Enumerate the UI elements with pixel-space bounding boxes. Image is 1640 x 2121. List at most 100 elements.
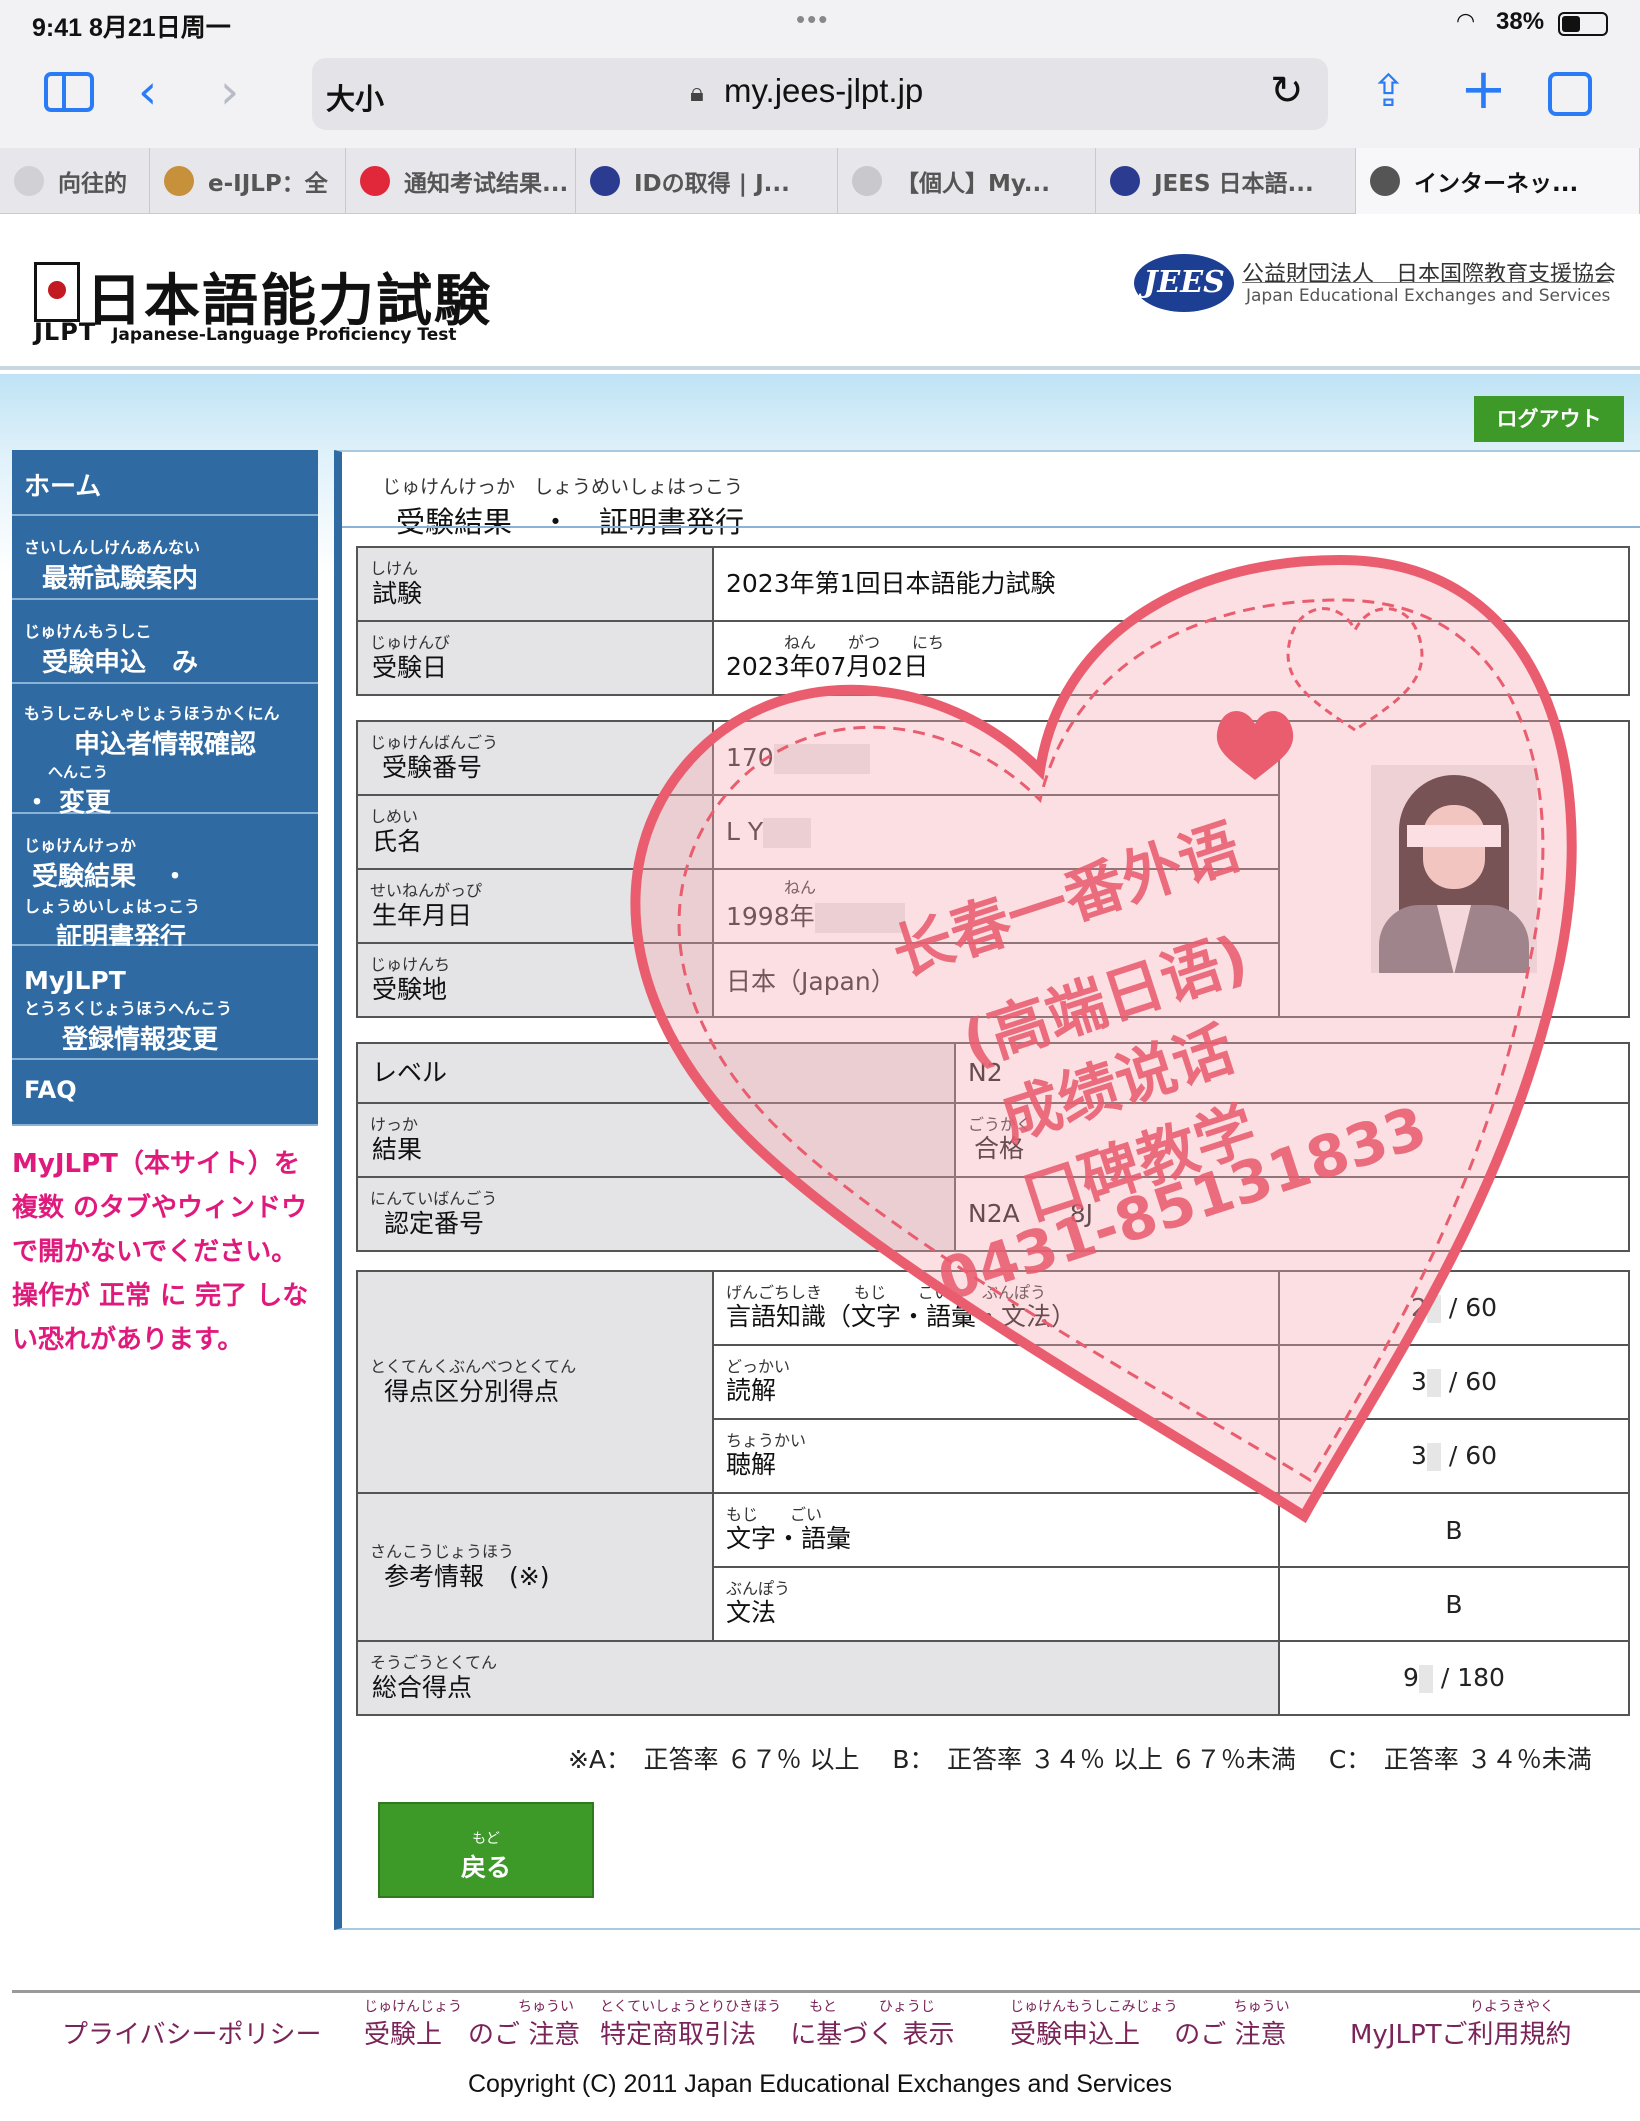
jees-divider [1242,282,1610,283]
footer-link-exam-notes[interactable]: じゅけんじょう ちゅうい 受験上 のご 注意 [364,1996,580,2051]
score-value-cell: 3 / 60 [1278,1418,1630,1494]
birthdate-value-cell: ねん 1998年 [712,868,1280,944]
reload-icon[interactable]: ↻ [1270,68,1304,114]
grade-value: B [1445,1589,1463,1619]
ruby: もど [472,1831,500,1847]
section-score-label-cell: とくてんくぶんべつとくてん 得点区分別得点 [356,1270,714,1494]
browser-tab[interactable]: 通知考试结果... [346,148,576,214]
url-text[interactable]: my.jees-jlpt.jp [724,72,923,110]
photo-cell [1278,720,1630,1018]
tab-favicon-icon [1370,166,1400,196]
location-value: 日本（Japan） [726,967,896,996]
site-subtitle: JLPT Japanese-Language Proficiency Test [34,318,457,346]
score-value-cell: 2 / 60 [1278,1270,1630,1346]
tab-favicon-icon [164,166,194,196]
browser-tab[interactable]: e-IJLP：全 [150,148,346,214]
nav-myjlpt[interactable]: MyJLPT とうろくじょうほうへんこう 登録情報変更 [12,946,318,1060]
ruby: ごうかく [968,1115,1033,1134]
multi-tab-warning: MyJLPT（本サイト）を複数 のタブやウィンドウで開かないでください。操作が … [12,1149,309,1355]
footer-link-terms[interactable]: りようきやく MyJLPTご利用規約 [1350,1996,1572,2051]
cert-number-value-cell: N2A 8J [954,1176,1630,1252]
footer-links: プライバシーポリシー じゅけんじょう ちゅうい 受験上 のご 注意 とくていしょう… [62,1996,1622,2050]
status-bar: 9:41 8月21日周一 ••• ◠ 38% [0,0,1640,44]
tab-favicon-icon [360,166,390,196]
redacted-block [763,817,812,848]
nav-apply[interactable]: じゅけんもうしこ 受験申込 み [12,600,318,684]
tab-favicon-icon [14,166,44,196]
ruby: じゅけんもうしこみじょう ちゅうい [1010,1999,1290,2015]
sidebar-toggle-icon[interactable] [44,72,94,112]
footer-link-application-notes[interactable]: じゅけんもうしこみじょう ちゅうい 受験申込上 のご 注意 [1010,1996,1290,2051]
share-icon[interactable]: ⇪ [1370,70,1407,114]
text-size-button[interactable]: 大小 [326,76,384,118]
nav-latest-exam[interactable]: さいしんしけんあんない 最新試験案内 [12,516,318,600]
score-item-cell: どっかい 読解 [712,1344,1280,1420]
browser-tab[interactable]: IDの取得 | J... [576,148,838,214]
wifi-icon: ◠ [1456,8,1476,33]
level-value: N2 [968,1058,1003,1087]
address-bar[interactable]: 大小 🔒︎ my.jees-jlpt.jp ↻ [312,58,1328,130]
grade-legend-text: ※A： 正答率 ６７％ 以上 B： 正答率 ３４％ 以上 ６７％未満 C： 正答… [568,1745,1592,1774]
side-navigation: ホーム さいしんしけんあんない 最新試験案内 じゅけんもうしこ 受験申込 み も… [12,450,318,1362]
jlpt-flag-icon [34,262,80,322]
nav-home-label: ホーム [24,472,102,502]
clock: 9:41 8月21日周一 [32,14,231,42]
cert-number-label-cell: にんていばんごう 認定番号 [356,1176,956,1252]
table-row: じゅけんばんごう 受験番号 170 [356,720,1630,1018]
back-arrow-icon[interactable]: ‹ [138,68,157,116]
ruby: さんこうじょうほう [370,1542,515,1561]
redacted-block [1418,1665,1433,1693]
exam-date-value-cell: ねん がつ にち 2023年07月02日 [712,620,1630,696]
new-tab-icon[interactable]: + [1460,62,1507,118]
multitasking-dots-icon[interactable]: ••• [796,4,829,35]
browser-tab[interactable]: 向往的 [0,148,150,214]
nav-home[interactable]: ホーム [12,450,318,516]
table-row: さんこうじょうほう 参考情報 (※) もじ ごい 文字・語彙 B [356,1492,1630,1642]
grade-legend: ※A： 正答率 ６７％ 以上 B： 正答率 ３４％ 以上 ６７％未満 C： 正答… [568,1740,1592,1776]
ruby: けっか [370,1115,419,1134]
grade-cell: B [1278,1492,1630,1568]
browser-tab[interactable]: インターネッ... [1356,148,1640,214]
ruby: じゅけんばんごう [370,733,499,752]
nav-faq[interactable]: FAQ [12,1060,318,1126]
ruby: もじ ごい [726,1505,823,1524]
footer-link-privacy[interactable]: プライバシーポリシー [62,1996,321,2051]
nav-ruby: しょうめいしょはっこう [24,897,201,916]
exam-table: しけん 試験 2023年第1回日本語能力試験 じゅけんび 受験日 ねん がつ にち 2… [356,546,1630,696]
level-label: レベル [372,1058,448,1087]
name-value: L Y [726,816,764,846]
nav-applicant-info[interactable]: もうしこみしゃじょうほうかくにん 申込者情報確認 へんこう ・ 変更 [12,684,318,818]
tab-overview-icon[interactable] [1548,72,1592,116]
location-label-cell: じゅけんち 受験地 [356,942,714,1018]
forward-arrow-icon[interactable]: › [220,68,239,116]
nav-results[interactable]: じゅけんけっか 受験結果 ・ しょうめいしょはっこう 証明書発行 [12,814,318,953]
tab-label: JEES 日本語... [1154,171,1314,197]
redacted-block [814,903,905,933]
ruby: しめい [370,807,419,826]
score-table: とくてんくぶんべつとくてん 得点区分別得点 げんごちしき もじ ごい ぶんぽう 言語… [356,1270,1630,1716]
logout-button[interactable]: ログアウト [1474,396,1624,442]
panel-title-ruby: じゅけんけっか しょうめいしょはっこう [382,476,744,498]
score-item-label: 聴解 [726,1450,777,1479]
browser-tab[interactable]: 【個人】My... [838,148,1096,214]
pass-label: 結果 [372,1135,423,1164]
ruby: ぶんぽう [726,1579,791,1598]
birthdate-label-cell: せいねんがっぴ 生年月日 [356,868,714,944]
jees-name: 公益財団法人 日本国際教育支援協会 [1242,262,1617,287]
tab-label: インターネッ... [1414,171,1579,197]
nav-ruby: さいしんしけんあんない [24,538,201,557]
browser-tab[interactable]: JEES 日本語... [1096,148,1356,214]
tab-label: e-IJLP：全 [208,171,328,197]
footer-link-commercial-law[interactable]: とくていしょうとりひきほう もと ひょうじ 特定商取引法 に基づく 表示 [600,1996,955,2051]
back-button[interactable]: もど 戻る [378,1802,594,1898]
table-row: しけん 試験 2023年第1回日本語能力試験 [356,546,1630,622]
total-label-cell: そうごうとくてん 総合得点 [356,1640,1280,1716]
tab-favicon-icon [852,166,882,196]
browser-toolbar: ‹ › 大小 🔒︎ my.jees-jlpt.jp ↻ ⇪ + [0,44,1640,148]
ruby: そうごうとくてん [370,1653,498,1672]
redacted-block [773,743,870,774]
jees-logo[interactable]: JEES [1134,254,1234,312]
footer-divider [12,1990,1640,1993]
score-value-cell: 3 / 60 [1278,1344,1630,1420]
redacted-block [1426,1443,1441,1471]
